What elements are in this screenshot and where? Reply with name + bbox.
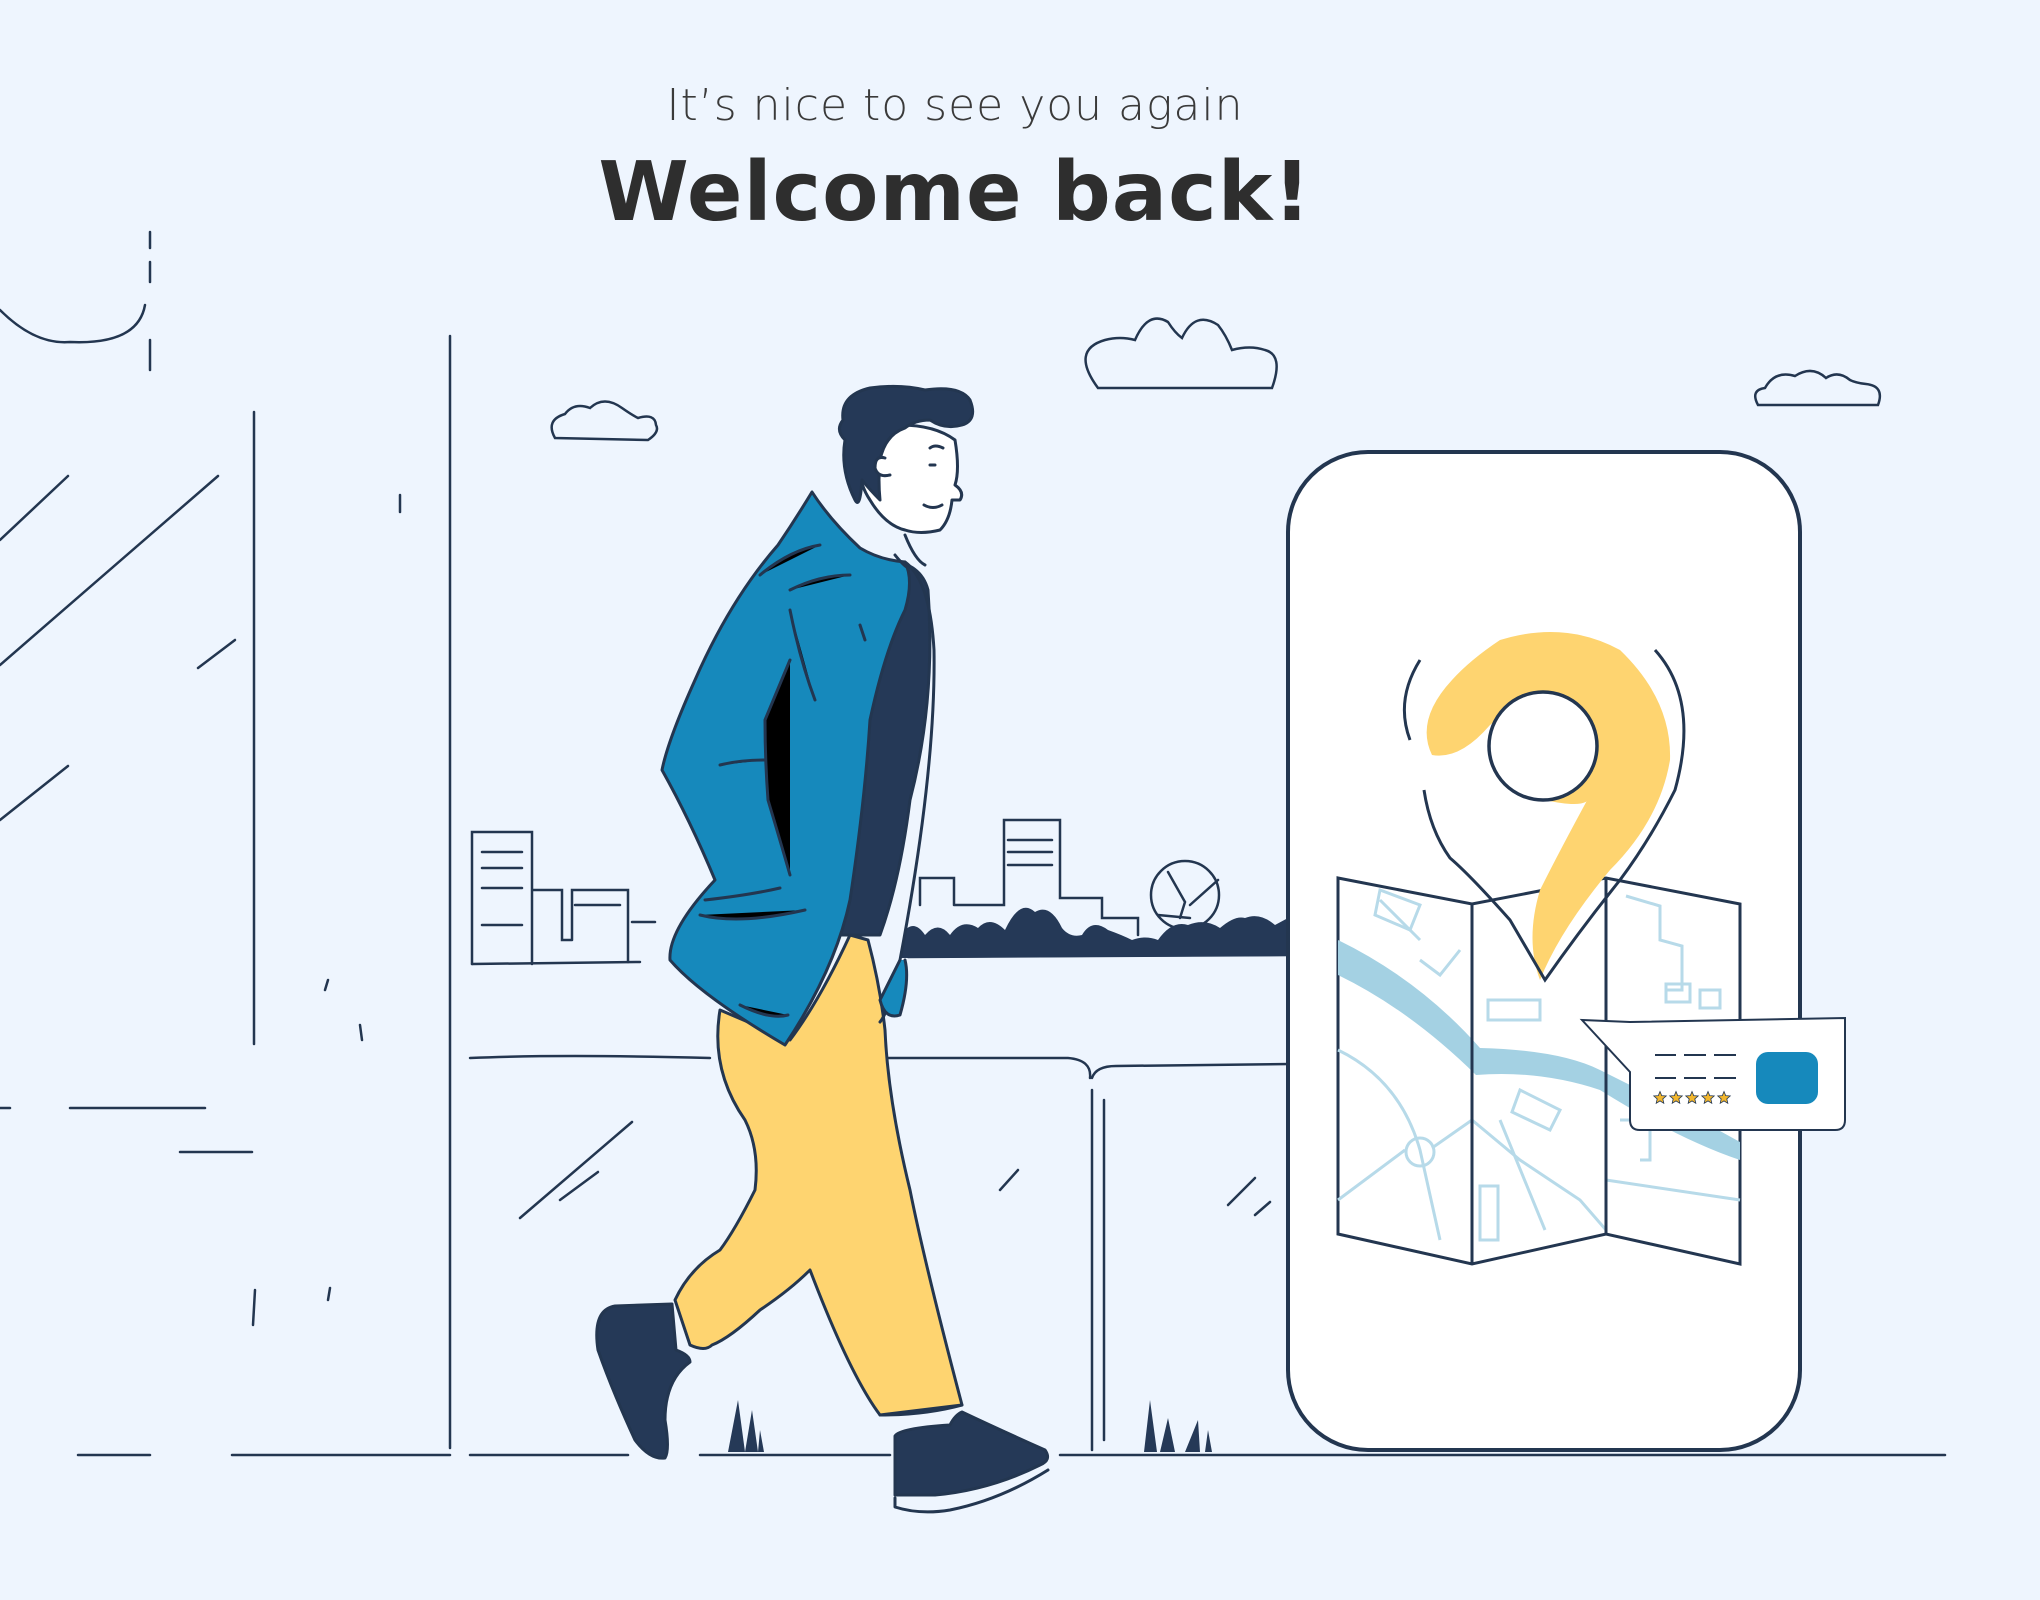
skyline-silhouette	[900, 907, 1288, 958]
welcome-illustration	[0, 230, 1947, 1514]
phone-device	[1286, 450, 1847, 1452]
review-action-button[interactable]	[1756, 1052, 1818, 1104]
